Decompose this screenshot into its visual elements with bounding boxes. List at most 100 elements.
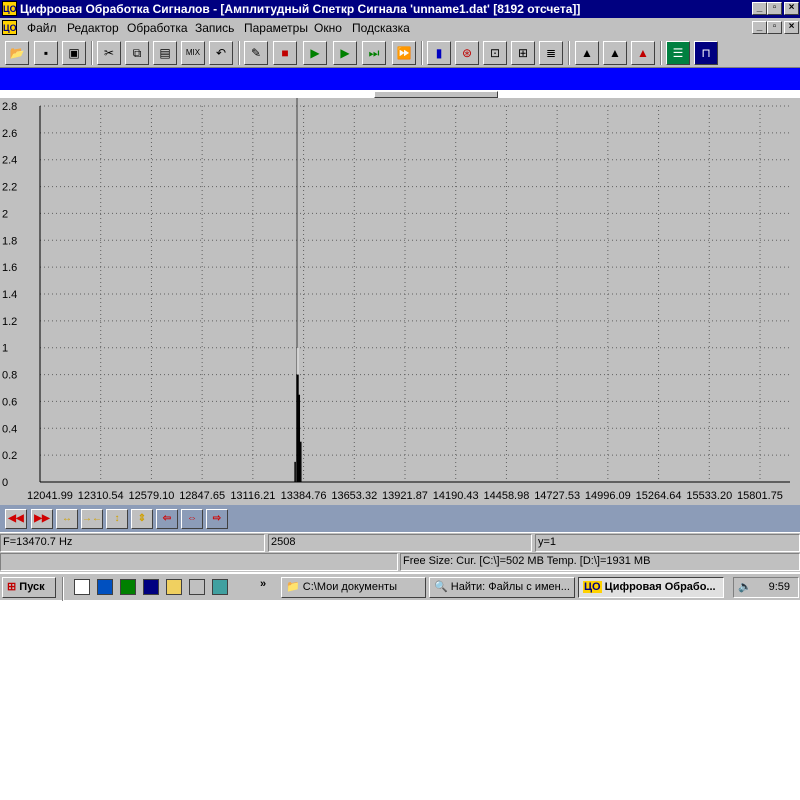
x-tick-label: 14727.53 <box>534 490 580 502</box>
status-row-measurements: F=13470.7 Hz 2508 y=1 <box>0 533 800 552</box>
x-tick-label: 13653.32 <box>331 490 377 502</box>
scroll-left-icon[interactable]: ▶▶ <box>31 509 53 529</box>
minimize-button[interactable]: _ <box>752 2 767 15</box>
mix-icon[interactable]: MIX <box>181 41 205 65</box>
mdi-close-button[interactable]: × <box>784 21 799 34</box>
x-tick-label: 12579.10 <box>128 490 174 502</box>
mdi-icon[interactable]: ЦО <box>2 20 17 35</box>
y-tick-label: 0.6 <box>2 396 17 408</box>
wave1-icon[interactable]: ▲ <box>575 41 599 65</box>
menu-help[interactable]: Подсказка <box>352 21 410 35</box>
app-icon: ЦО <box>583 581 602 593</box>
zoom-y-out-icon[interactable]: ⇕ <box>131 509 153 529</box>
wave2-icon[interactable]: ▲ <box>603 41 627 65</box>
play-icon[interactable]: ▶ <box>303 41 327 65</box>
frequency-readout: F=13470.7 Hz <box>0 534 265 552</box>
y-value-readout: y=1 <box>535 534 800 552</box>
task-signal-processing[interactable]: ЦО Цифровая Обрабо... <box>578 577 724 598</box>
quicklaunch-tools-icon[interactable] <box>189 579 205 595</box>
spectrum-chart[interactable]: 0 0.2 0.4 0.6 0.8 1 1.2 1.4 1.6 1.8 2 2.2 2.4 2.6 2.8 1… <box>0 98 800 505</box>
task-label: Найти: Файлы с имен... <box>450 581 570 593</box>
play-loop-icon[interactable]: ⏩ <box>392 41 416 65</box>
y-tick-label: 1.6 <box>2 262 17 274</box>
title-bar: ЦО Цифровая Обработка Сигналов - [Амплит… <box>0 0 800 18</box>
task-find-files[interactable]: 🔍 Найти: Файлы с имен... <box>429 577 575 598</box>
quicklaunch-calculator-icon[interactable] <box>212 579 228 595</box>
play-step-icon[interactable]: ▶ <box>333 41 357 65</box>
speaker-icon[interactable]: 🔈 <box>738 581 752 593</box>
menu-processing[interactable]: Обработка <box>127 21 188 35</box>
scroll-thumb[interactable] <box>374 91 498 98</box>
x-tick-label: 12310.54 <box>78 490 124 502</box>
menu-record[interactable]: Запись <box>195 21 234 35</box>
shift-mid-icon[interactable]: ⇔ <box>181 509 203 529</box>
shift-left-icon[interactable]: ⇦ <box>156 509 178 529</box>
windows-logo-icon: ⊞ <box>7 581 17 593</box>
mdi-restore-button[interactable]: ▫ <box>767 21 782 34</box>
paste-icon[interactable]: ▤ <box>153 41 177 65</box>
save-all-icon[interactable]: ▣ <box>62 41 86 65</box>
quicklaunch-folder-icon[interactable] <box>166 579 182 595</box>
taskbar: ⊞ Пуск » 📁 C:\Мои документы 🔍 Найти: Фай… <box>0 573 800 601</box>
record-icon[interactable]: ☰ <box>666 41 690 65</box>
start-button[interactable]: ⊞ Пуск <box>2 577 56 598</box>
x-tick-label: 15533.20 <box>686 490 732 502</box>
y-tick-label: 1.2 <box>2 316 17 328</box>
wave3-icon[interactable]: ▲ <box>631 41 655 65</box>
x-tick-label: 14458.98 <box>483 490 529 502</box>
open-icon[interactable]: 📂 <box>5 41 29 65</box>
shift-right-icon[interactable]: ⇨ <box>206 509 228 529</box>
start-label: Пуск <box>19 581 45 593</box>
title-strip <box>0 68 800 90</box>
x-tick-label: 14190.43 <box>433 490 479 502</box>
y-tick-label: 0.8 <box>2 370 17 382</box>
quicklaunch-excel-icon[interactable] <box>120 579 136 595</box>
maximize-button[interactable]: ▫ <box>767 2 782 15</box>
menu-editor[interactable]: Редактор <box>67 21 119 35</box>
undo-icon[interactable]: ↶ <box>209 41 233 65</box>
copy-icon[interactable]: ⧉ <box>125 41 149 65</box>
app-icon[interactable]: ЦО <box>2 1 17 16</box>
scroll-track[interactable] <box>0 90 683 93</box>
filter1-icon[interactable]: ⊡ <box>483 41 507 65</box>
signal-icon[interactable]: ⊛ <box>455 41 479 65</box>
system-tray: 🔈 9:59 <box>733 577 799 598</box>
edit-pen-icon[interactable]: ✎ <box>244 41 268 65</box>
filter3-icon[interactable]: ≣ <box>539 41 563 65</box>
mdi-minimize-button[interactable]: _ <box>752 21 767 34</box>
x-tick-label: 13921.87 <box>382 490 428 502</box>
menu-file[interactable]: Файл <box>27 21 57 35</box>
filter2-icon[interactable]: ⊞ <box>511 41 535 65</box>
status-empty <box>0 553 398 571</box>
y-tick-label: 2 <box>2 208 8 220</box>
y-tick-label: 1.8 <box>2 235 17 247</box>
toolbar-separator <box>238 41 240 65</box>
x-tick-label: 12041.99 <box>27 490 73 502</box>
quicklaunch-winword-icon[interactable] <box>143 579 159 595</box>
scroll-left-fast-icon[interactable]: ◀◀ <box>5 509 27 529</box>
window-title: Цифровая Обработка Сигналов - [Амплитудн… <box>20 2 581 16</box>
y-tick-label: 1 <box>2 343 8 355</box>
quicklaunch-desktop-icon[interactable] <box>74 579 90 595</box>
menu-window[interactable]: Окно <box>314 21 342 35</box>
free-size-readout: Free Size: Cur. [C:\]=502 MB Temp. [D:\]… <box>400 553 800 571</box>
toolbar-separator <box>568 41 570 65</box>
menu-parameters[interactable]: Параметры <box>244 21 308 35</box>
task-my-documents[interactable]: 📁 C:\Мои документы <box>281 577 426 598</box>
save-icon[interactable]: ▪ <box>34 41 58 65</box>
cut-icon[interactable]: ✂ <box>97 41 121 65</box>
play-end-icon[interactable]: ⏭ <box>362 41 386 65</box>
stop-icon[interactable]: ■ <box>273 41 297 65</box>
quicklaunch-word-icon[interactable] <box>97 579 113 595</box>
y-tick-label: 0 <box>2 477 8 489</box>
close-button[interactable]: × <box>784 2 799 15</box>
taskbar-separator <box>62 577 64 601</box>
zoom-x-in-icon[interactable]: ↔ <box>56 509 78 529</box>
spectrum-icon[interactable]: ▮ <box>427 41 451 65</box>
y-tick-label: 0.2 <box>2 450 17 462</box>
y-tick-label: 0.4 <box>2 423 17 435</box>
oscilloscope-icon[interactable]: ⊓ <box>694 41 718 65</box>
zoom-y-in-icon[interactable]: ↕ <box>106 509 128 529</box>
quicklaunch-overflow[interactable]: » <box>260 578 266 590</box>
zoom-x-out-icon[interactable]: →← <box>81 509 103 529</box>
